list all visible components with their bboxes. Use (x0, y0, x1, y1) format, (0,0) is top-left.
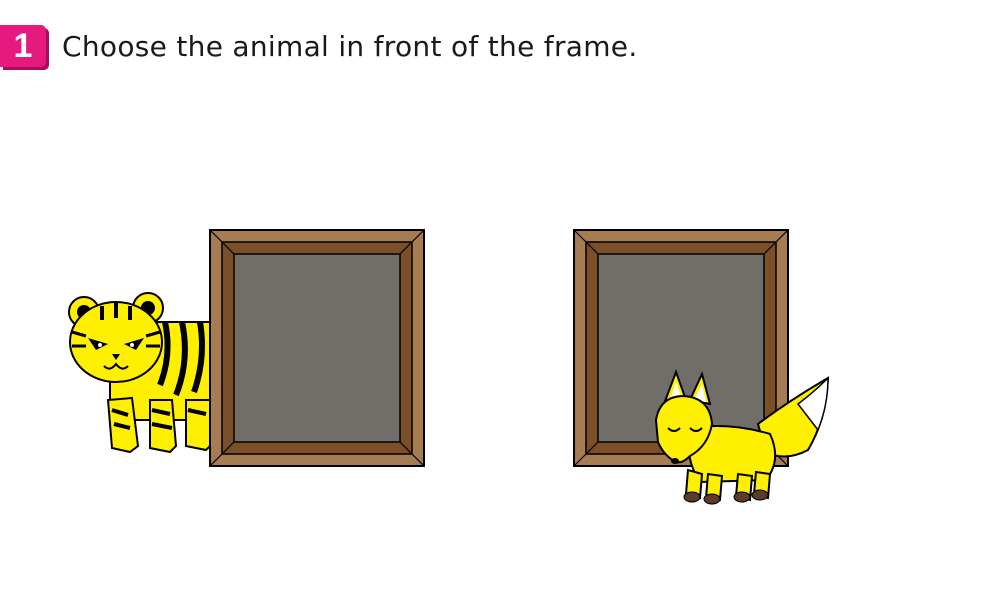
option-tiger[interactable] (68, 229, 425, 467)
frame-left (209, 229, 425, 467)
option-fox[interactable] (573, 229, 830, 505)
illustration-canvas (68, 229, 830, 505)
tiger-icon (68, 292, 231, 454)
